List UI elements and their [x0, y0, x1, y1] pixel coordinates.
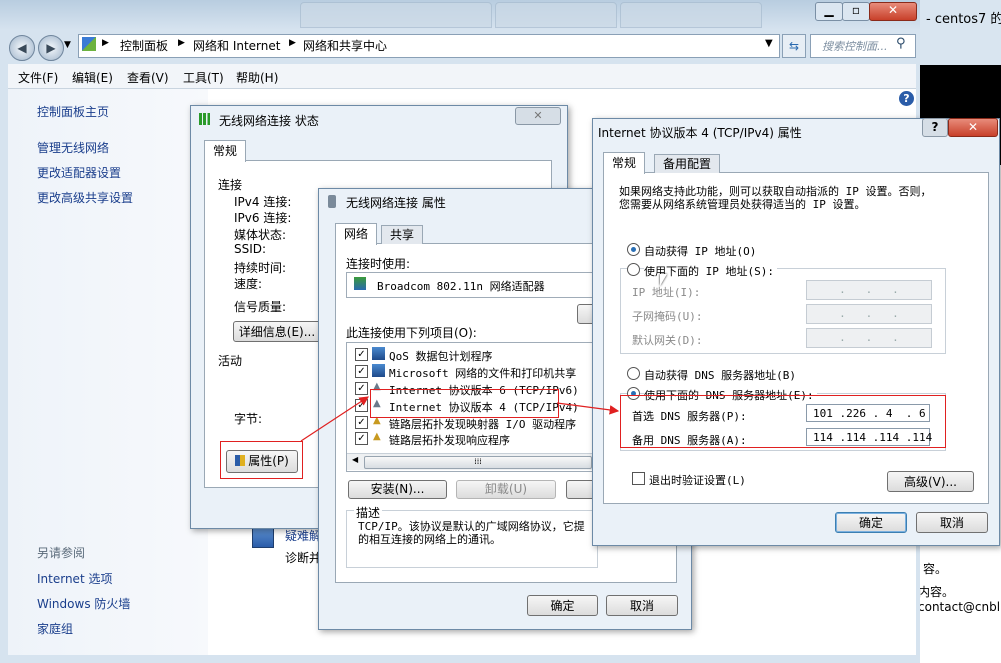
annotation-arrows	[300, 396, 620, 442]
mouse-cursor-icon	[660, 274, 667, 286]
annotation-arrow	[300, 396, 370, 442]
annotation-arrow	[556, 402, 620, 415]
